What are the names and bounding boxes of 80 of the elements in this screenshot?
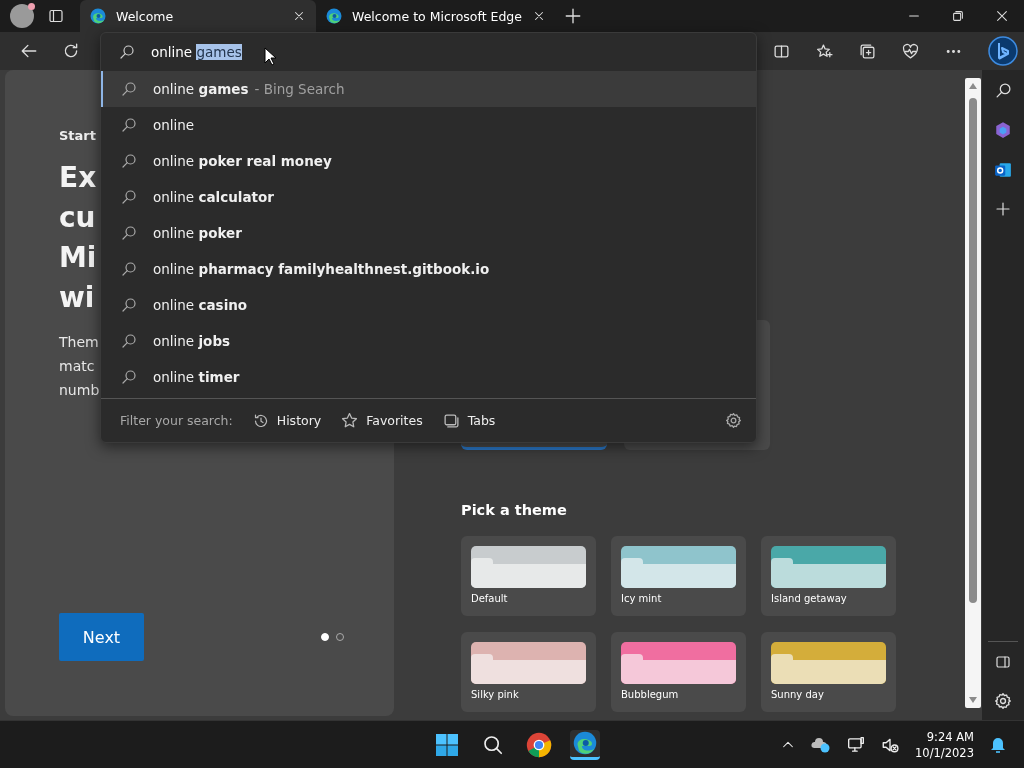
search-icon [121,261,137,277]
theme-card[interactable]: Island getaway [761,536,896,616]
star-icon [341,412,359,429]
suggestion-item[interactable]: online pharmacy familyhealthnest.gitbook.io [101,251,756,287]
welcome-description: Them [59,333,99,352]
search-icon [121,81,137,97]
settings-button[interactable] [725,412,742,429]
tab-actions-icon[interactable] [48,8,64,24]
new-tab-icon[interactable] [564,7,582,25]
bing-chat-icon[interactable] [988,36,1018,66]
add-icon[interactable] [995,201,1011,217]
clock-date: 10/1/2023 [915,744,974,761]
welcome-heading: wi [59,280,95,316]
theme-card[interactable]: Silky pink [461,632,596,712]
close-icon[interactable] [292,9,306,23]
edge-logo-icon [326,8,342,24]
next-button[interactable]: Next [59,613,144,661]
section-title: Pick a theme [461,502,567,518]
filter-option[interactable]: Tabs [442,412,496,429]
outlook-icon[interactable] [994,161,1012,179]
welcome-description: numb [59,381,100,400]
mouse-cursor-icon [264,47,276,66]
back-icon[interactable] [20,42,38,60]
filter-label: Filter your search: [120,413,233,428]
filter-option[interactable]: Favorites [341,412,423,429]
edge-app-button[interactable] [570,729,600,760]
edge-logo-icon [90,8,106,24]
search-icon [121,225,137,241]
welcome-kicker: Start [59,128,96,144]
theme-card[interactable]: Bubblegum [611,632,746,712]
suggestion-item[interactable]: online calculator [101,179,756,215]
restore-icon[interactable] [951,9,965,23]
filter-option[interactable]: History [252,412,322,429]
browser-tab[interactable]: Welcome [80,0,316,32]
heartbeat-icon[interactable] [902,42,919,60]
close-icon[interactable] [532,9,546,23]
theme-card[interactable]: Icy mint [611,536,746,616]
theme-card[interactable]: Sunny day [761,632,896,712]
profile-avatar[interactable] [10,4,34,28]
search-icon [121,117,137,133]
welcome-description: matc [59,357,95,376]
collections-icon[interactable] [859,42,876,60]
gear-icon [725,412,742,429]
browser-tab[interactable]: Welcome to Microsoft Edge [316,0,552,32]
search-icon [121,297,137,313]
suggestion-item[interactable]: online timer [101,359,756,395]
scroll-down-icon[interactable] [968,696,978,704]
search-icon[interactable] [994,82,1012,99]
scroll-up-icon[interactable] [968,82,978,90]
edge-logo-icon [573,731,597,755]
refresh-icon[interactable] [62,42,80,60]
history-icon [252,412,269,429]
search-icon [121,189,137,205]
close-icon[interactable] [995,9,1009,23]
search-icon [121,369,137,385]
scrollbar[interactable] [965,78,981,708]
welcome-heading: Mi [59,240,97,276]
search-icon [121,153,137,169]
suggestion-item[interactable]: online poker real money [101,143,756,179]
welcome-heading: cu [59,200,96,236]
network-icon[interactable] [847,735,866,754]
clock-time: 9:24 AM [926,728,974,745]
search-icon [119,44,135,60]
tabs-icon [442,412,460,429]
suggestion-item[interactable]: online games - Bing Search [101,71,756,107]
copilot-icon[interactable] [994,121,1012,139]
settings-icon[interactable] [994,692,1012,710]
favorites-icon[interactable] [816,42,833,60]
suggestion-item[interactable]: online [101,107,756,143]
hide-sidebar-icon[interactable] [995,654,1011,670]
system-clock[interactable]: 9:24 AM 10/1/2023 [915,728,974,761]
suggestion-item[interactable]: online poker [101,215,756,251]
search-icon [121,333,137,349]
cloud-icon[interactable] [811,735,832,754]
suggestion-item[interactable]: online casino [101,287,756,323]
notification-bell-icon[interactable] [990,735,1006,754]
theme-card[interactable]: Default [461,536,596,616]
search-icon [482,733,504,756]
suggestion-item[interactable]: online jobs [101,323,756,359]
welcome-heading: Ex [59,160,97,196]
